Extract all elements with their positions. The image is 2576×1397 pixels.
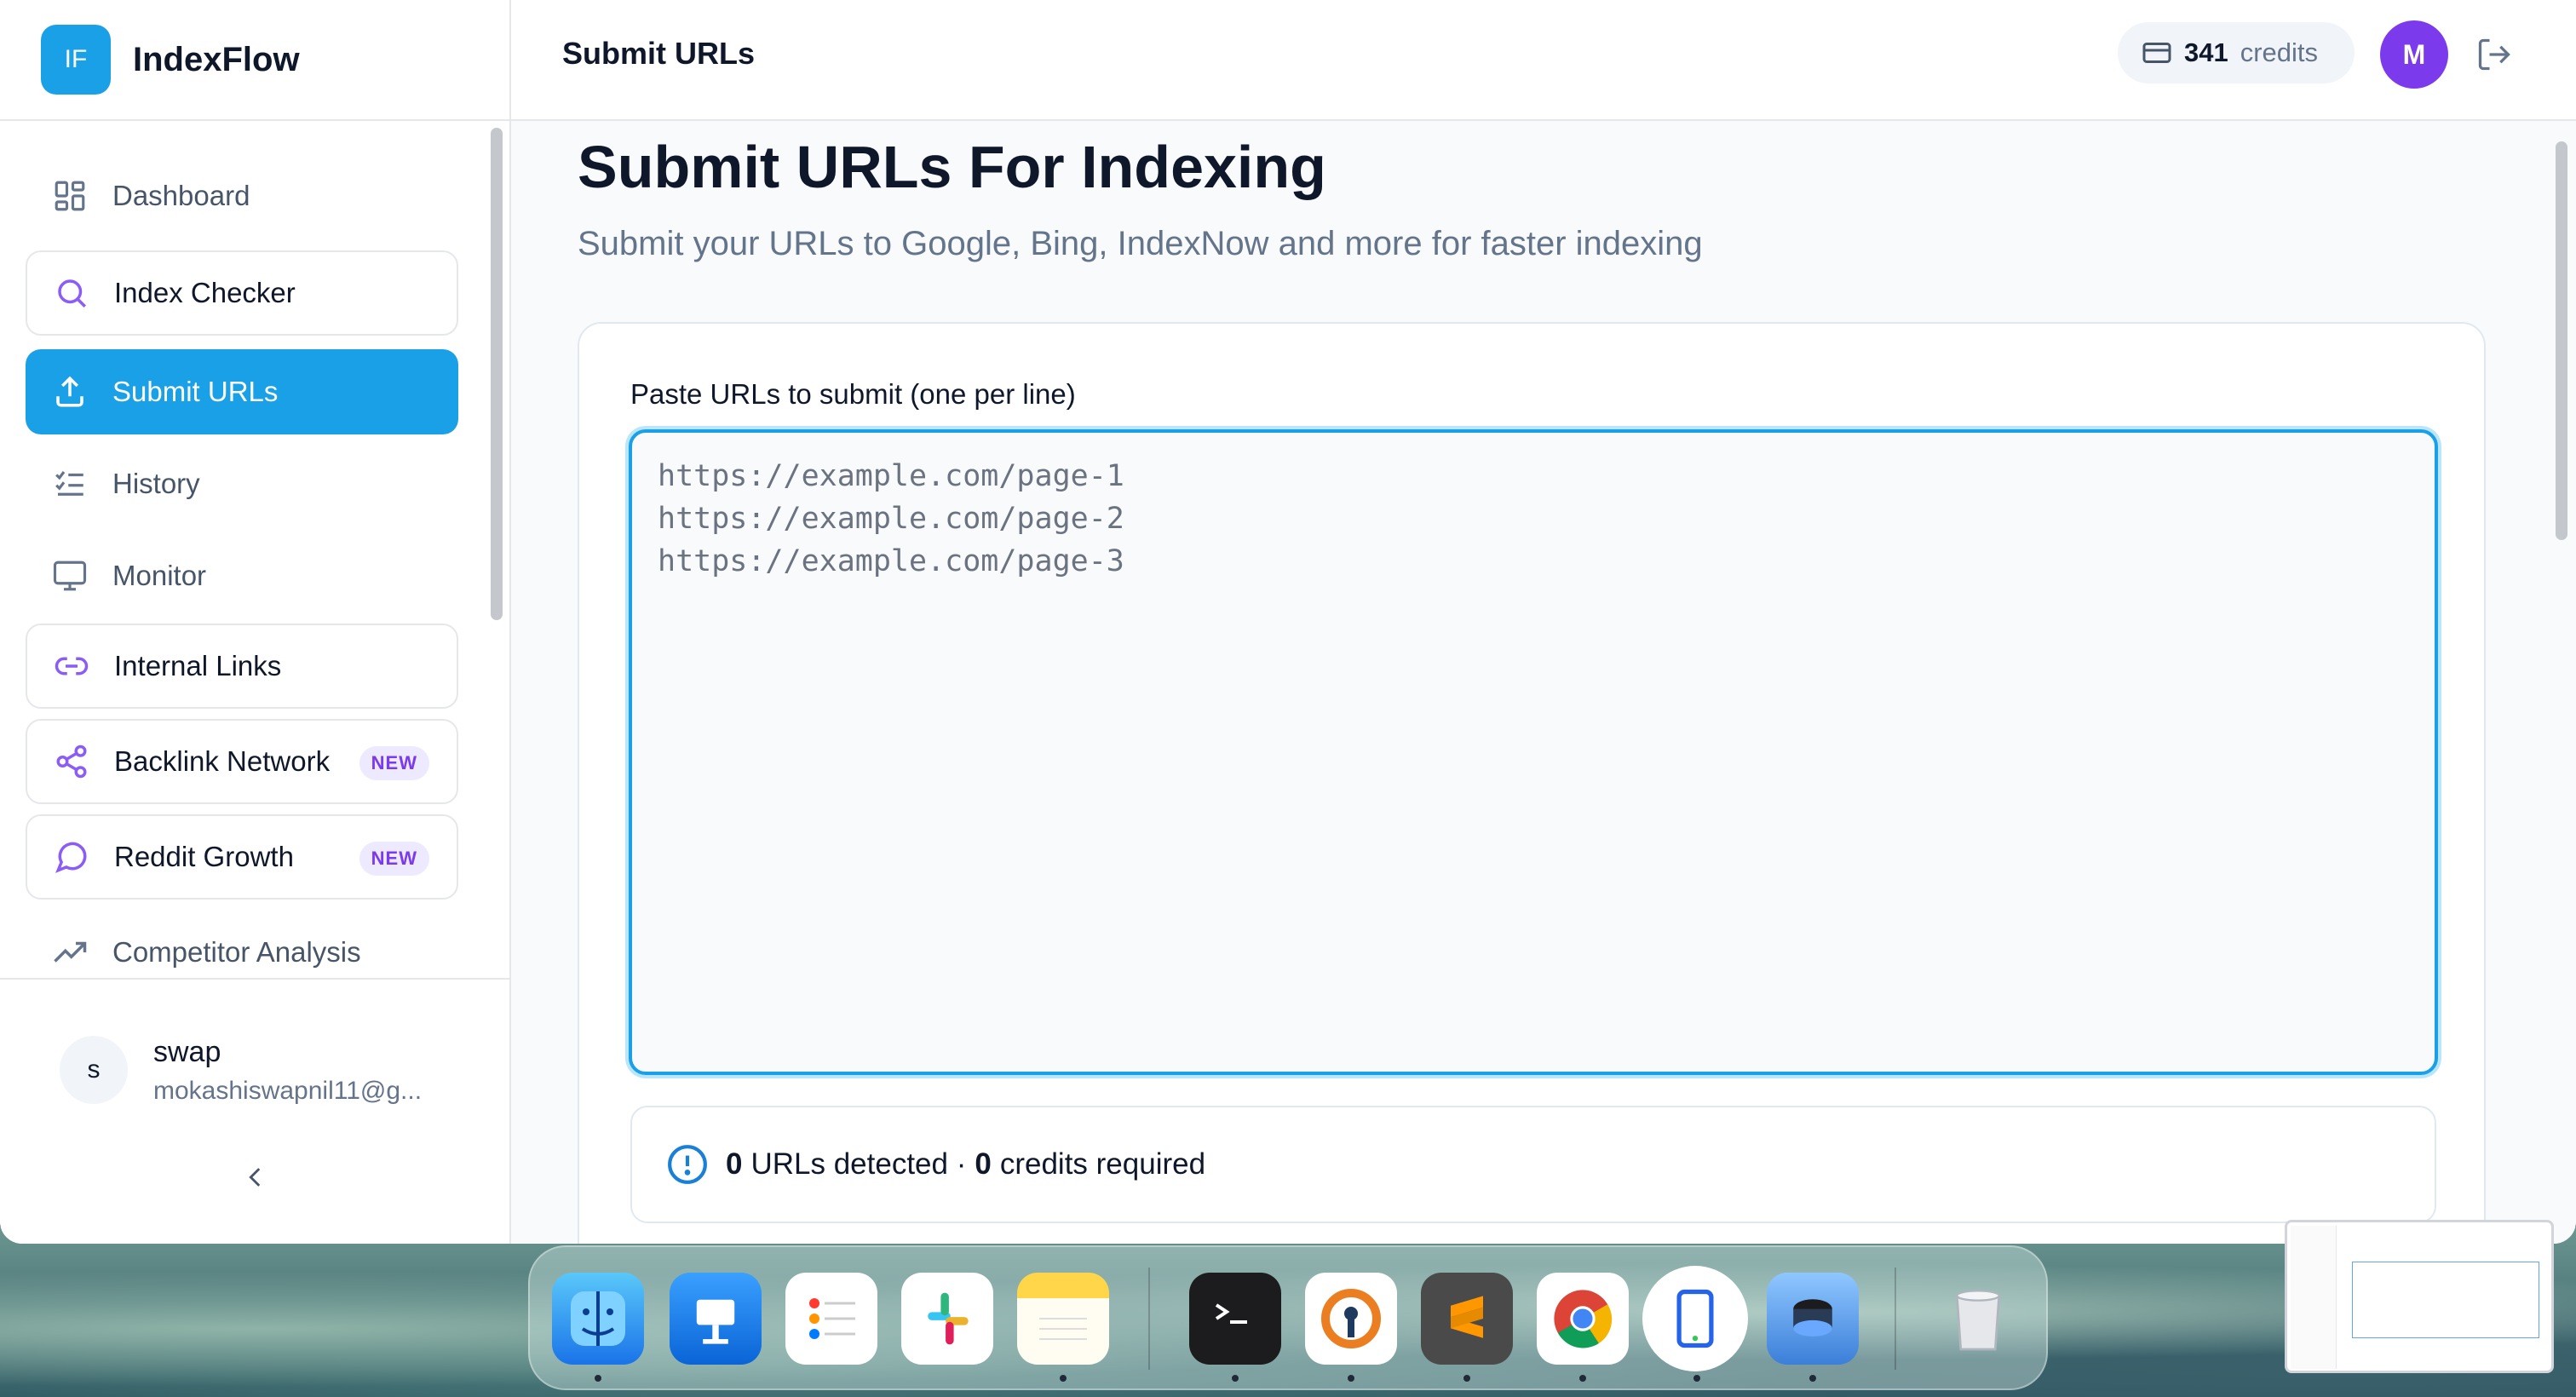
running-indicator xyxy=(1348,1375,1354,1382)
sidebar-item-index-checker[interactable]: Index Checker xyxy=(26,250,458,336)
running-indicator xyxy=(1809,1375,1816,1382)
sidebar-item-submit-urls[interactable]: Submit URLs xyxy=(26,349,458,434)
new-badge: NEW xyxy=(359,746,429,780)
brand-name[interactable]: IndexFlow xyxy=(133,41,300,79)
sidebar-item-label: Submit URLs xyxy=(112,376,279,407)
credit-card-icon xyxy=(2142,43,2171,63)
sidebar-item-history[interactable]: History xyxy=(26,441,458,526)
openvpn-icon[interactable] xyxy=(1305,1273,1397,1365)
new-badge: NEW xyxy=(359,842,429,876)
sidebar-item-internal-links[interactable]: Internal Links xyxy=(26,624,458,709)
brand: IF IndexFlow xyxy=(0,0,511,121)
running-indicator xyxy=(595,1375,601,1382)
running-indicator xyxy=(1232,1375,1239,1382)
sidebar-item-label: Dashboard xyxy=(112,180,250,211)
monitor-icon xyxy=(51,557,89,595)
submit-card: Paste URLs to submit (one per line) 0 UR… xyxy=(578,322,2486,1244)
user-name: swap xyxy=(153,1036,221,1068)
thumbnail-sidebar xyxy=(2291,1226,2337,1369)
window-thumbnail-preview[interactable] xyxy=(2285,1220,2554,1373)
chevron-left-icon xyxy=(249,1168,261,1187)
sidebar-item-dashboard[interactable]: Dashboard xyxy=(26,153,458,239)
finder-icon[interactable] xyxy=(552,1273,644,1365)
brand-logo[interactable]: IF xyxy=(41,25,111,95)
running-indicator xyxy=(1579,1375,1586,1382)
credits-badge[interactable]: 341 credits xyxy=(2118,22,2355,83)
thumbnail-textarea xyxy=(2352,1262,2539,1338)
list-check-icon xyxy=(51,465,89,503)
trash-icon[interactable] xyxy=(1932,1273,2024,1365)
logout-icon xyxy=(2478,38,2510,71)
sidebar-item-label: Monitor xyxy=(112,560,207,591)
sidebar-item-label: Internal Links xyxy=(114,650,282,681)
user-profile: s swap mokashiswapnil11@g... xyxy=(0,978,511,1244)
sidebar-item-label: Backlink Network xyxy=(114,745,331,777)
credits-required-text: credits required xyxy=(999,1147,1206,1181)
main-content: Submit URLs For Indexing Submit your URL… xyxy=(511,121,2576,1244)
avatar[interactable]: s xyxy=(60,1036,128,1104)
trending-up-icon xyxy=(51,934,89,971)
sidebar-item-backlink-network[interactable]: Backlink Network NEW xyxy=(26,719,458,804)
page-subtitle: Submit your URLs to Google, Bing, IndexN… xyxy=(578,225,1703,262)
spotlight-icon[interactable] xyxy=(1767,1273,1859,1365)
credits-required-count: 0 xyxy=(975,1147,992,1181)
sidebar-nav: Dashboard Index Checker Submit URLs Hist… xyxy=(0,121,511,978)
user-email: mokashiswapnil11@g... xyxy=(153,1077,423,1105)
terminal-icon[interactable] xyxy=(1189,1273,1281,1365)
logout-button[interactable] xyxy=(2475,36,2513,73)
info-icon xyxy=(668,1145,707,1184)
sublime-icon[interactable] xyxy=(1421,1273,1513,1365)
main-scrollbar[interactable] xyxy=(2556,141,2567,540)
credits-label: credits xyxy=(2240,37,2319,67)
slack-icon[interactable] xyxy=(901,1273,993,1365)
urls-detected-count: 0 xyxy=(726,1147,743,1181)
notes-icon[interactable] xyxy=(1017,1273,1109,1365)
dock-separator xyxy=(1895,1268,1896,1370)
sidebar-item-reddit-growth[interactable]: Reddit Growth NEW xyxy=(26,814,458,900)
sidebar-item-label: Index Checker xyxy=(114,277,296,308)
simulator-icon[interactable] xyxy=(1642,1266,1748,1371)
page-title: Submit URLs For Indexing xyxy=(578,134,1326,200)
dock-separator xyxy=(1148,1268,1150,1370)
upload-icon xyxy=(51,373,89,411)
top-header: Submit URLs 341 credits M xyxy=(511,0,2576,121)
page-title-header: Submit URLs xyxy=(562,36,756,71)
urls-detected-text: URLs detected · xyxy=(750,1147,967,1181)
sidebar-scrollbar[interactable] xyxy=(491,128,503,620)
dashboard-icon xyxy=(51,177,89,215)
sidebar-item-label: Reddit Growth xyxy=(114,841,294,872)
urls-textarea[interactable] xyxy=(629,429,2438,1075)
reminders-icon[interactable] xyxy=(785,1273,877,1365)
sidebar-item-competitor-analysis[interactable]: Competitor Analysis xyxy=(26,910,458,978)
chrome-icon[interactable] xyxy=(1537,1273,1629,1365)
chat-icon xyxy=(53,838,90,876)
running-indicator xyxy=(1060,1375,1067,1382)
user-avatar[interactable]: M xyxy=(2380,20,2448,89)
urls-field-label: Paste URLs to submit (one per line) xyxy=(630,378,1076,410)
sidebar-item-label: History xyxy=(112,468,200,499)
keynote-icon[interactable] xyxy=(670,1273,762,1365)
share-icon xyxy=(53,743,90,780)
app-window: IF IndexFlow Dashboard Index Checker Sub… xyxy=(0,0,2576,1244)
credits-count: 341 xyxy=(2184,37,2228,67)
sidebar: IF IndexFlow Dashboard Index Checker Sub… xyxy=(0,0,511,1244)
collapse-sidebar-button[interactable] xyxy=(235,1157,276,1198)
link-icon xyxy=(53,647,90,685)
sidebar-item-monitor[interactable]: Monitor xyxy=(26,533,458,618)
sidebar-item-label: Competitor Analysis xyxy=(112,936,361,968)
search-icon xyxy=(53,274,90,312)
detection-summary: 0 URLs detected · 0 credits required xyxy=(630,1106,2436,1223)
dock xyxy=(528,1245,2048,1390)
running-indicator xyxy=(1693,1375,1700,1382)
running-indicator xyxy=(1463,1375,1470,1382)
